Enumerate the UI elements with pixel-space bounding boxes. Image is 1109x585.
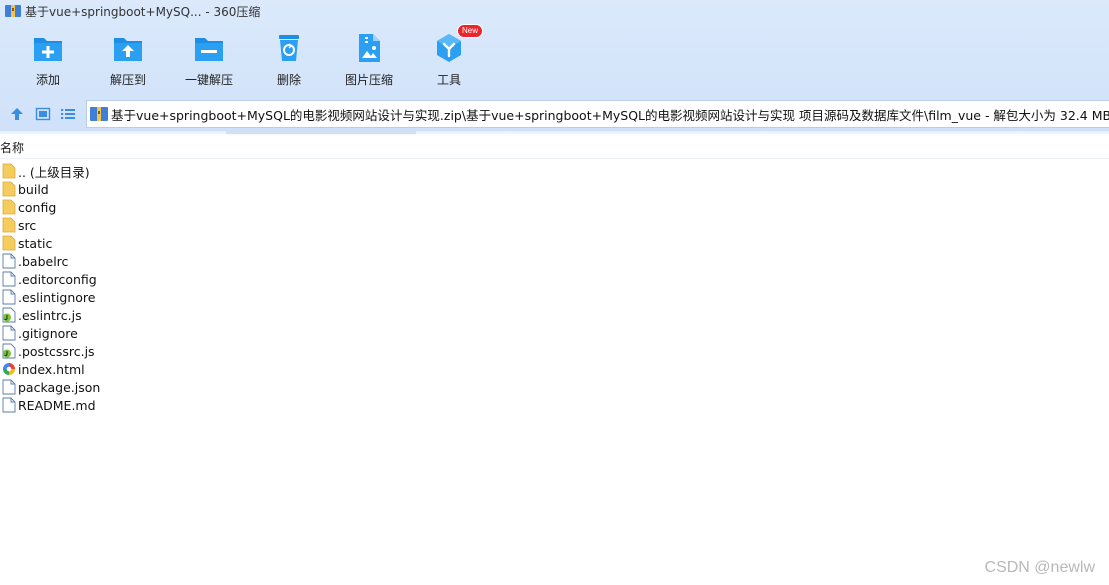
one-click-extract-icon (193, 32, 225, 64)
folder-icon (2, 217, 16, 233)
window-chrome: 基于vue+springboot+MySQ... - 360压缩 添加 解压到 … (0, 0, 1109, 132)
file-list: .. (上级目录) build config src static .babel… (0, 162, 400, 414)
file-name: package.json (18, 379, 101, 395)
file-name: index.html (18, 361, 85, 377)
delete-label: 删除 (276, 73, 301, 87)
list-item[interactable]: index.html (0, 360, 400, 378)
path-text: 基于vue+springboot+MySQL的电影视频网站设计与实现.zip\基… (111, 107, 1109, 123)
list-item[interactable]: README.md (0, 396, 400, 414)
image-compress-label: 图片压缩 (344, 73, 393, 87)
column-name-label: 名称 (0, 141, 25, 155)
folder-icon (2, 163, 16, 179)
add-label: 添加 (35, 73, 60, 87)
path-field[interactable]: 基于vue+springboot+MySQL的电影视频网站设计与实现.zip\基… (86, 100, 1109, 128)
document-icon (2, 325, 16, 341)
file-name: .gitignore (18, 325, 78, 341)
image-compress-icon (353, 32, 385, 64)
document-icon (2, 397, 16, 413)
column-header-name[interactable]: 名称 (0, 137, 1109, 159)
list-item[interactable]: config (0, 198, 400, 216)
file-name: .eslintignore (18, 289, 96, 305)
list-item[interactable]: .. (上级目录) (0, 162, 400, 180)
folder-icon (2, 235, 16, 251)
file-name: .eslintrc.js (18, 307, 82, 323)
folder-icon (2, 199, 16, 215)
horizontal-scroll-indicator[interactable] (226, 131, 416, 134)
thumbnail-view-icon[interactable] (35, 106, 53, 122)
window-title: 基于vue+springboot+MySQ... - 360压缩 (25, 4, 261, 19)
file-name: .postcssrc.js (18, 343, 95, 359)
tools-label: 工具 (436, 73, 461, 87)
js-file-icon (2, 343, 16, 359)
list-item[interactable]: static (0, 234, 400, 252)
file-name: .babelrc (18, 253, 69, 269)
tools-button[interactable]: New 工具 (409, 24, 489, 90)
delete-icon (273, 32, 305, 64)
address-bar: 基于vue+springboot+MySQL的电影视频网站设计与实现.zip\基… (0, 99, 1109, 130)
js-file-icon (2, 307, 16, 323)
html-file-icon (2, 361, 16, 377)
list-item[interactable]: .gitignore (0, 324, 400, 342)
delete-button[interactable]: 删除 (249, 26, 329, 90)
list-item[interactable]: package.json (0, 378, 400, 396)
file-name: build (18, 181, 49, 197)
title-bar[interactable]: 基于vue+springboot+MySQ... - 360压缩 (0, 0, 1109, 22)
one-click-extract-button[interactable]: 一键解压 (169, 26, 249, 90)
file-name: .editorconfig (18, 271, 97, 287)
watermark: CSDN @newlw (984, 559, 1095, 576)
extract-to-label: 解压到 (109, 73, 146, 87)
list-item[interactable]: .eslintrc.js (0, 306, 400, 324)
document-icon (2, 379, 16, 395)
extract-to-icon (112, 32, 144, 64)
list-item[interactable]: src (0, 216, 400, 234)
list-item[interactable]: .eslintignore (0, 288, 400, 306)
one-click-extract-label: 一键解压 (184, 73, 233, 87)
folder-icon (2, 181, 16, 197)
document-icon (2, 289, 16, 305)
file-name: config (18, 199, 57, 215)
list-item[interactable]: .babelrc (0, 252, 400, 270)
file-name: static (18, 235, 53, 251)
app-window: 基于vue+springboot+MySQ... - 360压缩 添加 解压到 … (0, 0, 1109, 585)
list-item[interactable]: build (0, 180, 400, 198)
list-item[interactable]: .editorconfig (0, 270, 400, 288)
extract-to-button[interactable]: 解压到 (88, 26, 168, 90)
file-name: README.md (18, 397, 96, 413)
header-divider (0, 131, 1109, 136)
app-logo-icon (5, 4, 21, 18)
list-view-icon[interactable] (60, 106, 78, 122)
list-item[interactable]: .postcssrc.js (0, 342, 400, 360)
zip-archive-icon (90, 106, 108, 122)
new-badge: New (457, 24, 484, 38)
image-compress-button[interactable]: 图片压缩 (329, 26, 409, 90)
add-button[interactable]: 添加 (8, 26, 88, 90)
file-name: src (18, 217, 37, 233)
document-icon (2, 271, 16, 287)
file-name: .. (上级目录) (18, 164, 90, 180)
add-folder-icon (32, 32, 64, 64)
document-icon (2, 253, 16, 269)
main-toolbar: 添加 解压到 一键解压 删除 图片压缩 New 工具 (0, 24, 1109, 90)
up-arrow-icon[interactable] (9, 106, 27, 122)
